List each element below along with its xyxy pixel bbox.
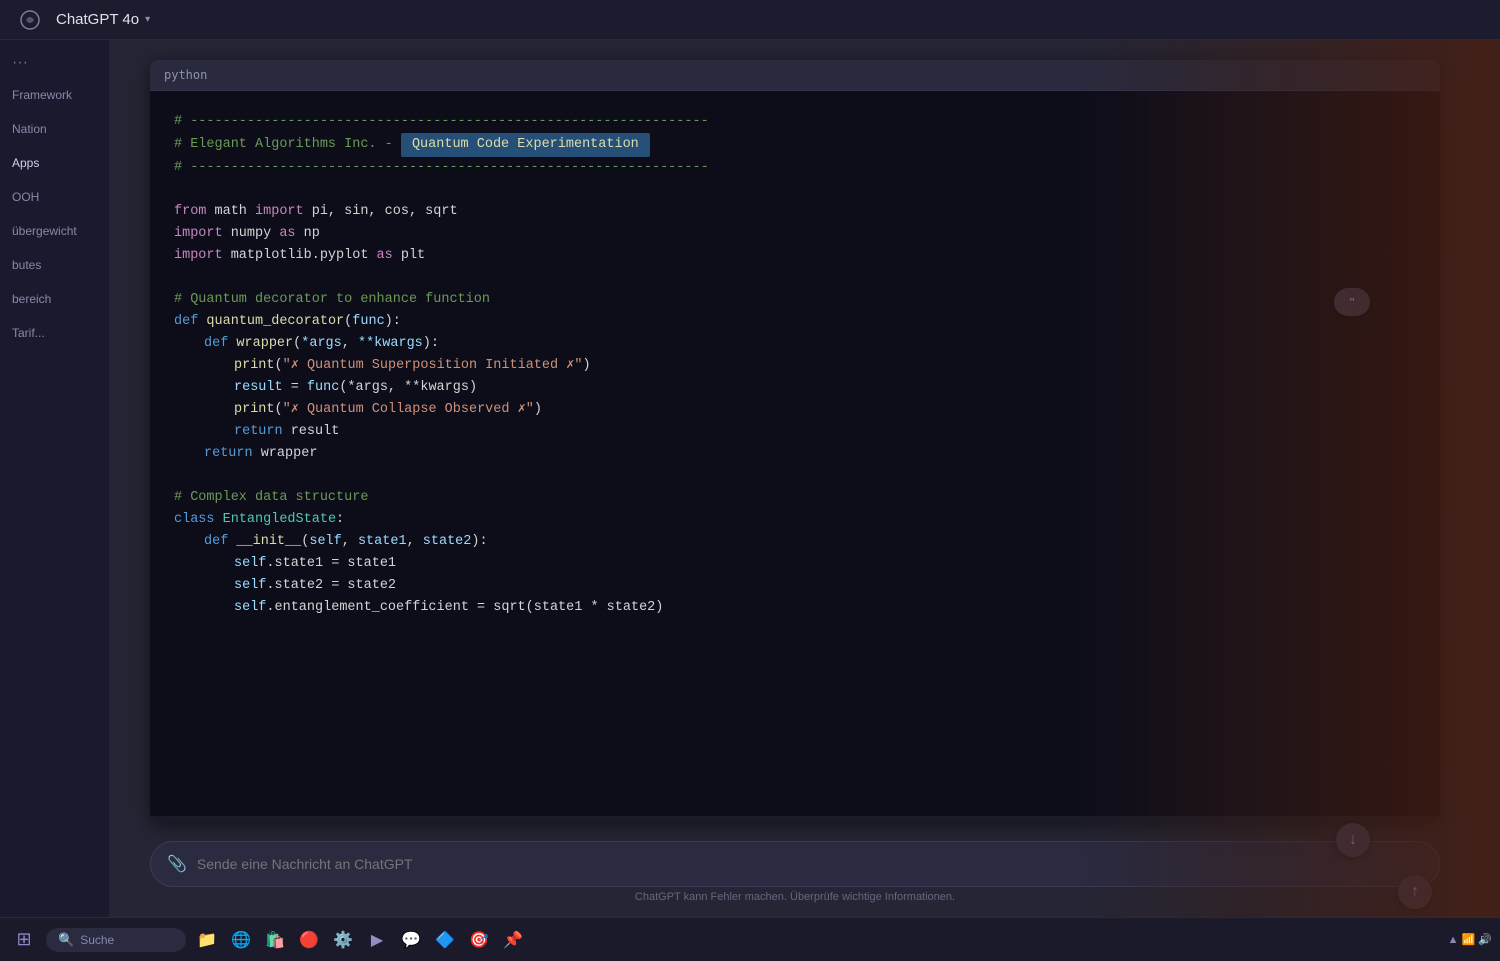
sidebar-label: Nation [12,122,47,136]
code-line-12: print("✗ Quantum Superposition Initiated… [174,355,1416,377]
sidebar-item-framework[interactable]: Framework [0,80,109,110]
sidebar-label: butes [12,258,41,272]
sidebar-label: Framework [12,88,72,102]
sidebar-item-butes[interactable]: butes [0,250,109,280]
scroll-down-button[interactable]: ↓ [1336,823,1370,857]
search-text: Suche [80,933,114,947]
footer-note-text: ChatGPT kann Fehler machen. Überprüfe wi… [635,891,955,903]
chatgpt-logo [16,6,44,34]
taskbar: ⊞ 🔍 Suche 📁 🌐 🛍️ 🔴 ⚙️ ▶ 💬 🔷 🎯 📌 ▲ 📶 🔊 [0,917,1500,961]
chat-input[interactable] [197,856,1423,872]
scroll-up-button[interactable]: ↑ [1398,875,1432,909]
taskbar-status-icons: ▲ 📶 🔊 [1448,933,1492,946]
sidebar-item-nation[interactable]: Nation [0,114,109,144]
code-content[interactable]: # --------------------------------------… [150,91,1440,816]
main-area: ··· Framework Nation Apps OOH übergewich… [0,40,1500,917]
code-line-14: print("✗ Quantum Collapse Observed ✗") [174,399,1416,421]
empty-line [174,179,1416,201]
code-line-19: class EntangledState: [174,509,1416,531]
code-block: python # -------------------------------… [150,60,1440,821]
code-line-5: from math import pi, sin, cos, sqrt [174,201,1416,223]
code-line-3: # --------------------------------------… [174,157,1416,179]
taskbar-search[interactable]: 🔍 Suche [46,928,186,952]
code-line-20: def __init__(self, state1, state2): [174,531,1416,553]
chat-input-wrapper: 📎 [150,841,1440,887]
sidebar-item-apps[interactable]: Apps [0,148,109,178]
sidebar-label: OOH [12,190,39,204]
taskbar-icon-chat[interactable]: 💬 [396,925,426,955]
sidebar-item-ooh[interactable]: OOH [0,182,109,212]
taskbar-right: ▲ 📶 🔊 [1448,933,1492,946]
top-bar: ChatGPT 4o ▾ [0,0,1500,40]
start-button[interactable]: ⊞ [8,924,40,956]
sidebar-label: bereich [12,292,51,306]
code-line-11: def wrapper(*args, **kwargs): [174,333,1416,355]
taskbar-icon-app2[interactable]: 🎯 [464,925,494,955]
code-line-7: import matplotlib.pyplot as plt [174,245,1416,267]
sidebar-item-tarif[interactable]: Tarif... [0,318,109,348]
sidebar-label: übergewicht [12,224,77,238]
code-line-1: # --------------------------------------… [174,111,1416,133]
code-line-10: def quantum_decorator(func): [174,311,1416,333]
taskbar-icon-browser[interactable]: 🌐 [226,925,256,955]
code-line-22: self.state2 = state2 [174,575,1416,597]
taskbar-icon-media[interactable]: ▶ [362,925,392,955]
title-text: ChatGPT 4o [56,11,139,28]
language-text: python [164,68,207,82]
chat-footer-note: ChatGPT kann Fehler machen. Überprüfe wi… [150,887,1440,911]
empty-line-2 [174,267,1416,289]
taskbar-icons: 📁 🌐 🛍️ 🔴 ⚙️ ▶ 💬 🔷 🎯 📌 [192,925,1442,955]
sidebar-label: Tarif... [12,326,45,340]
app-title[interactable]: ChatGPT 4o ▾ [56,11,150,28]
chat-input-area: 📎 ChatGPT kann Fehler machen. Überprüfe … [110,831,1500,917]
code-line-9: # Quantum decorator to enhance function [174,289,1416,311]
code-line-2: # Elegant Algorithms Inc. - Quantum Code… [174,133,1416,157]
taskbar-icon-settings[interactable]: ⚙️ [328,925,358,955]
code-line-23: self.entanglement_coefficient = sqrt(sta… [174,597,1416,619]
taskbar-icon-app1[interactable]: 🔷 [430,925,460,955]
sidebar: ··· Framework Nation Apps OOH übergewich… [0,40,110,917]
taskbar-icon-store[interactable]: 🛍️ [260,925,290,955]
attach-icon[interactable]: 📎 [167,854,187,874]
start-icon: ⊞ [16,929,31,950]
search-icon: 🔍 [58,932,74,948]
screen: ChatGPT 4o ▾ ··· Framework Nation Apps O… [0,0,1500,961]
code-line-16: return wrapper [174,443,1416,465]
code-line-13: result = func(*args, **kwargs) [174,377,1416,399]
code-line-21: self.state1 = state1 [174,553,1416,575]
quote-tooltip[interactable]: " [1334,288,1370,316]
code-line-6: import numpy as np [174,223,1416,245]
chevron-down-icon: ▾ [145,14,150,25]
taskbar-icon-app3[interactable]: 📌 [498,925,528,955]
content-area: python # -------------------------------… [110,40,1500,917]
taskbar-icon-files[interactable]: 📁 [192,925,222,955]
sidebar-item-uebergewicht[interactable]: übergewicht [0,216,109,246]
empty-line-3 [174,465,1416,487]
code-language-label: python [150,60,1440,91]
taskbar-icon-security[interactable]: 🔴 [294,925,324,955]
code-line-15: return result [174,421,1416,443]
sidebar-label: Apps [12,156,39,170]
sidebar-menu-dots[interactable]: ··· [0,50,109,76]
code-line-18: # Complex data structure [174,487,1416,509]
sidebar-item-bereich[interactable]: bereich [0,284,109,314]
